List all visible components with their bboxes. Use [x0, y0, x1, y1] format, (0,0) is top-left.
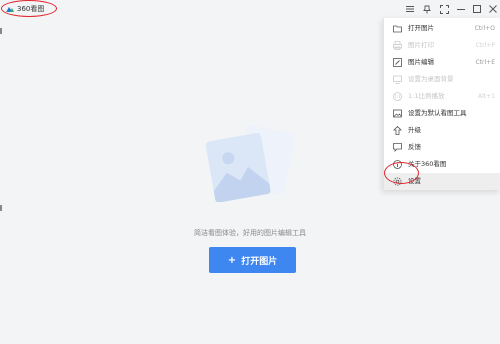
image-icon: [393, 109, 402, 118]
menu-item-label: 图片打印: [408, 41, 434, 49]
title-bar: 360看图: [0, 0, 500, 18]
menu-item-label: 升级: [408, 126, 421, 134]
menu-item-shortcut: Alt+1: [478, 93, 495, 100]
close-button[interactable]: [487, 3, 499, 15]
menu-item-label: 图片编辑: [408, 58, 434, 66]
menu-item-shortcut: Ctrl+E: [475, 59, 496, 66]
menu-item-edit-image[interactable]: 图片编辑 Ctrl+E: [384, 54, 500, 71]
folder-open-icon: [393, 25, 402, 33]
fullscreen-button[interactable]: [438, 3, 450, 15]
svg-text:1:1: 1:1: [394, 94, 401, 99]
menu-item-label: 设置为桌面背景: [408, 75, 454, 83]
placeholder-image-icon: [205, 124, 296, 202]
menu-item-label: 反馈: [408, 143, 421, 151]
annotation-circle: [1, 0, 57, 17]
menu-item-label: 打开图片: [408, 24, 434, 32]
pin-icon: [423, 5, 431, 13]
plus-icon: +: [227, 254, 237, 266]
pin-button[interactable]: [421, 3, 433, 15]
menu-item-shortcut: Ctrl+O: [474, 25, 495, 32]
menu-item-open-image[interactable]: 打开图片 Ctrl+O: [384, 20, 500, 37]
main-menu-button[interactable]: [404, 3, 416, 15]
minimize-button[interactable]: [455, 3, 467, 15]
menu-item-label: 设置为默认看图工具: [408, 109, 467, 117]
menu-item-upgrade[interactable]: 升级: [384, 122, 500, 139]
close-icon: [489, 5, 497, 13]
fullscreen-icon: [439, 4, 449, 14]
menu-item-label: 1:1比例播放: [408, 92, 445, 100]
menu-item-set-default[interactable]: 设置为默认看图工具: [384, 105, 500, 122]
upgrade-icon: [393, 126, 402, 135]
feedback-icon: [393, 143, 402, 152]
printer-icon: [393, 41, 402, 50]
open-image-label: 打开图片: [241, 256, 278, 267]
minimize-icon: [457, 9, 465, 10]
annotation-circle: [384, 162, 419, 184]
maximize-button[interactable]: [471, 3, 483, 15]
maximize-icon: [473, 5, 481, 13]
menu-item-shortcut: Ctrl+P: [475, 42, 495, 49]
desktop-icon: [393, 75, 402, 84]
ratio-icon: 1:1: [393, 92, 402, 101]
menu-icon: [406, 6, 414, 12]
menu-item-print: 图片打印 Ctrl+P: [384, 37, 500, 54]
left-edge-handle: [0, 28, 2, 34]
menu-item-feedback[interactable]: 反馈: [384, 139, 500, 156]
empty-state-hint: 简洁看图体验，好用的图片编辑工具: [194, 229, 306, 237]
menu-item-actual-size: 1:1 1:1比例播放 Alt+1: [384, 88, 500, 105]
menu-item-set-wallpaper: 设置为桌面背景: [384, 71, 500, 88]
edit-icon: [393, 58, 402, 67]
open-image-button[interactable]: + 打开图片: [209, 247, 296, 273]
left-edge-handle: [0, 205, 2, 211]
